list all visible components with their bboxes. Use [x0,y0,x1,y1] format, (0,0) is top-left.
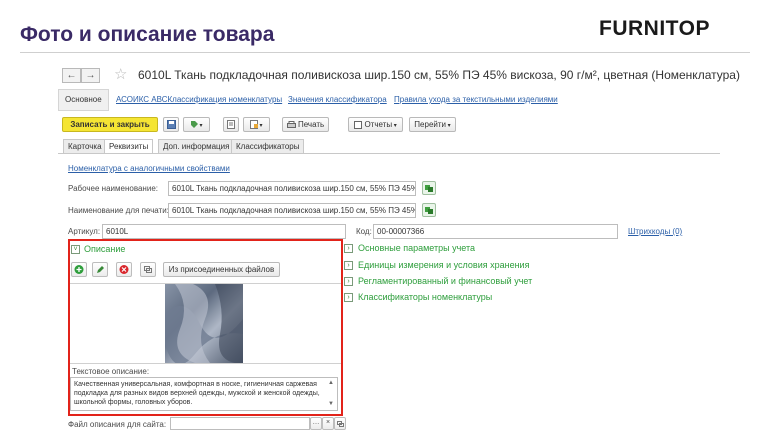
section-classifiers[interactable]: › Классификаторы номенклатуры [344,292,493,303]
site-file-field[interactable] [170,417,310,430]
code-field: 00-00007366 [373,224,618,239]
goto-dropdown-button[interactable]: Перейти ▾ [409,117,456,132]
section-units-storage[interactable]: › Единицы измерения и условия хранения [344,260,530,271]
image-viewer[interactable] [70,283,341,364]
section-label: Единицы измерения и условия хранения [358,260,530,270]
text-description-value: Качественная универсальная, комфортная в… [74,381,320,406]
expand-toggle-icon[interactable]: › [344,293,353,303]
reports-dropdown-button[interactable]: Отчеты ▾ [348,117,403,132]
similar-properties-link[interactable]: Номенклатура с аналогичными свойствами [68,164,230,173]
save-close-button[interactable]: Записать и закрыть [62,117,158,132]
link-icon [144,266,152,273]
back-button[interactable]: ← [62,68,81,83]
site-file-open-button[interactable] [334,417,346,430]
tab-classifiers[interactable]: Классификаторы [231,139,305,153]
edit-image-button[interactable] [92,262,108,277]
plus-circle-icon [74,265,84,274]
document-list-icon [227,120,235,130]
print-name-field[interactable]: 6010L Ткань подкладочная поливискоза шир… [168,203,416,218]
work-name-language-button[interactable] [422,181,436,195]
work-name-label: Рабочее наименование: [68,184,158,193]
expand-toggle-icon[interactable]: › [344,277,353,287]
delete-image-button[interactable] [116,262,132,277]
floppy-disk-icon [166,120,176,130]
tab-link-classifier-values[interactable]: Значения классификатора [288,95,387,104]
barcodes-link[interactable]: Штрихкоды (0) [628,227,682,236]
delete-circle-icon [119,265,129,274]
article-label: Артикул: [68,227,101,236]
print-name-language-button[interactable] [422,203,436,217]
save-button[interactable] [163,117,179,132]
tab-requisites[interactable]: Реквизиты [104,139,154,154]
create-based-dropdown-button[interactable]: ▾ [243,117,270,132]
brand-logo: FURNITOP [599,17,710,40]
section-accounting-params[interactable]: › Основные параметры учета [344,243,476,254]
description-header[interactable]: Описание [84,244,125,254]
copy-link-button[interactable] [140,262,156,277]
tab-main[interactable]: Основное [58,89,109,111]
from-attached-files-button[interactable]: Из присоединенных файлов [163,262,280,277]
app-window: ← → ☆ 6010L Ткань подкладочная поливиско… [58,63,740,432]
reports-label: Отчеты [364,120,393,129]
section-regulated-accounting[interactable]: › Регламентированный и финансовый учет [344,276,533,287]
forward-button[interactable]: → [81,68,100,83]
document-title: 6010L Ткань подкладочная поливискоза шир… [138,68,740,82]
section-label: Основные параметры учета [358,243,476,253]
scroll-up-icon[interactable]: ▲ [328,379,334,388]
report-icon [354,120,363,129]
work-name-field[interactable]: 6010L Ткань подкладочная поливискоза шир… [168,181,416,196]
expand-toggle-icon[interactable]: › [344,244,353,254]
tab-card[interactable]: Карточка [63,139,107,153]
site-file-label: Файл описания для сайта: [68,420,167,429]
text-description-field[interactable]: Качественная универсальная, комфортная в… [70,377,338,411]
more-icon: … [312,419,320,426]
slide-title: Фото и описание товара [20,23,275,46]
scroll-down-icon[interactable]: ▼ [328,400,334,409]
site-file-select-button[interactable]: … [310,417,322,430]
site-file-clear-button[interactable]: × [322,417,334,430]
tab-extra-info[interactable]: Доп. информация [158,139,235,153]
description-panel: ˅ Описание Из присоединенных файлов Текс… [68,239,343,416]
goto-label: Перейти [414,120,446,129]
favorite-star-icon[interactable]: ☆ [114,65,127,83]
clear-icon: × [325,419,331,426]
printer-icon [286,120,296,128]
code-label: Код: [356,227,372,236]
print-button[interactable]: Печать [282,117,329,132]
pencil-icon [97,266,104,273]
fabric-photo [165,284,243,363]
text-description-label: Текстовое описание: [72,367,150,376]
section-label: Регламентированный и финансовый учет [358,276,533,286]
collapse-toggle-icon[interactable]: ˅ [71,245,80,254]
tags-dropdown-button[interactable]: ▾ [183,117,210,132]
print-name-label: Наименование для печати: [68,206,169,215]
link-icon [337,421,344,427]
expand-toggle-icon[interactable]: › [344,261,353,271]
translate-icon [425,185,433,192]
print-label: Печать [298,120,325,129]
article-field[interactable]: 6010L [102,224,346,239]
title-divider [20,52,750,53]
tab-link-abc-classification[interactable]: АСОИКС АВСКлассификация номенклатуры [116,95,282,104]
section-label: Классификаторы номенклатуры [358,292,493,302]
tab-link-care-rules[interactable]: Правила ухода за текстильными изделиями [394,95,558,104]
list-button[interactable] [223,117,239,132]
add-image-button[interactable] [71,262,87,277]
top-tabs: Основное АСОИКС АВСКлассификация номенкл… [58,89,720,111]
tabs-divider [58,153,720,154]
translate-icon [425,207,433,214]
